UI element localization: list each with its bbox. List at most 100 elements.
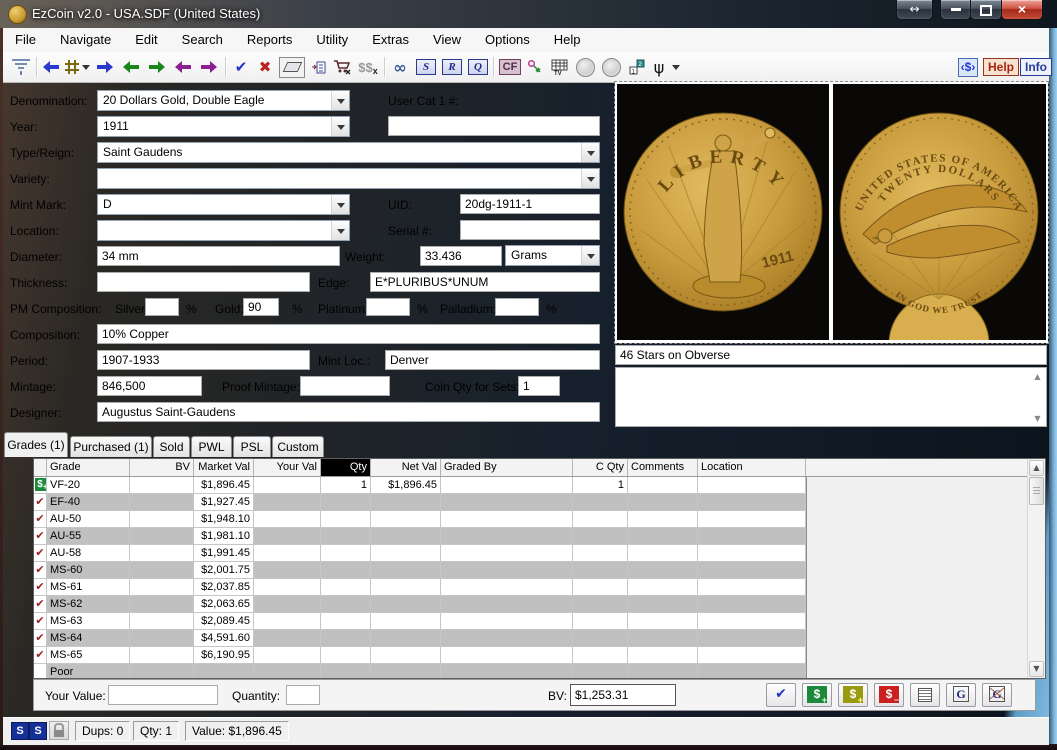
- grid-header-icon[interactable]: [34, 459, 47, 476]
- cell-net_val[interactable]: [371, 630, 441, 647]
- cell-c_qty[interactable]: 1: [573, 477, 628, 494]
- cell-graded_by[interactable]: [441, 579, 573, 596]
- remove-purchase-icon[interactable]: [331, 56, 353, 78]
- cell-grade[interactable]: AU-58: [47, 545, 130, 562]
- grade-row-EF-40[interactable]: ✔EF-40$1,927.45: [34, 494, 806, 511]
- cell-location[interactable]: [698, 562, 806, 579]
- cell-grade[interactable]: AU-55: [47, 528, 130, 545]
- menu-search[interactable]: Search: [170, 28, 235, 52]
- cell-grade[interactable]: MS-64: [47, 630, 130, 647]
- cell-location[interactable]: [698, 596, 806, 613]
- menu-edit[interactable]: Edit: [123, 28, 169, 52]
- cell-comments[interactable]: [628, 494, 698, 511]
- cell-bv[interactable]: [130, 562, 194, 579]
- menu-reports[interactable]: Reports: [235, 28, 305, 52]
- tab-sold[interactable]: Sold: [153, 436, 190, 457]
- cell-graded_by[interactable]: [441, 664, 573, 678]
- denomination-combo[interactable]: 20 Dollars Gold, Double Eagle: [97, 90, 350, 111]
- cell-net_val[interactable]: [371, 528, 441, 545]
- cell-comments[interactable]: [628, 528, 698, 545]
- cell-bv[interactable]: [130, 494, 194, 511]
- cell-c_qty[interactable]: [573, 647, 628, 664]
- thickness-input[interactable]: [97, 272, 310, 292]
- cell-qty[interactable]: [321, 664, 371, 678]
- proof-mintage-input[interactable]: [300, 376, 390, 396]
- add-value-gold-button[interactable]: $+: [838, 683, 868, 707]
- queries-icon[interactable]: Q: [467, 56, 489, 78]
- cell-comments[interactable]: [628, 545, 698, 562]
- goto-record-icon[interactable]: [63, 56, 91, 78]
- menu-navigate[interactable]: Navigate: [48, 28, 123, 52]
- grade-row-MS-61[interactable]: ✔MS-61$2,037.85: [34, 579, 806, 596]
- cell-comments[interactable]: [628, 630, 698, 647]
- menu-file[interactable]: File: [3, 28, 48, 52]
- notes-scroll-down-icon[interactable]: ▼: [1032, 413, 1043, 424]
- cell-net_val[interactable]: $1,896.45: [371, 477, 441, 494]
- cell-your_val[interactable]: [254, 562, 321, 579]
- grid-header-net_val[interactable]: Net Val: [371, 459, 441, 476]
- cell-comments[interactable]: [628, 647, 698, 664]
- cell-grade[interactable]: MS-62: [47, 596, 130, 613]
- cell-market_val[interactable]: $1,927.45: [194, 494, 254, 511]
- cell-qty[interactable]: [321, 494, 371, 511]
- eraser-icon[interactable]: [279, 56, 305, 78]
- link-records-icon[interactable]: ∞: [389, 56, 411, 78]
- your-value-input[interactable]: [108, 685, 218, 705]
- cell-grade[interactable]: Poor: [47, 664, 130, 678]
- cell-location[interactable]: [698, 545, 806, 562]
- remove-value-icon[interactable]: $$x: [357, 56, 379, 78]
- cell-market_val[interactable]: $4,591.60: [194, 630, 254, 647]
- cell-c_qty[interactable]: [573, 545, 628, 562]
- copy-fields-icon[interactable]: [309, 56, 327, 78]
- cell-comments[interactable]: [628, 613, 698, 630]
- cell-market_val[interactable]: $2,001.75: [194, 562, 254, 579]
- menu-view[interactable]: View: [421, 28, 473, 52]
- tab-grades[interactable]: Grades (1): [4, 432, 68, 457]
- bv-input[interactable]: [570, 684, 676, 706]
- location-combo[interactable]: [97, 220, 350, 241]
- cell-graded_by[interactable]: [441, 477, 573, 494]
- filter-icon[interactable]: [9, 56, 33, 78]
- cell-grade[interactable]: VF-20: [47, 477, 130, 494]
- table-view-icon[interactable]: TV: [549, 56, 569, 78]
- cancel-icon[interactable]: ✖: [255, 56, 275, 78]
- cell-bv[interactable]: [130, 613, 194, 630]
- platinum-input[interactable]: [366, 298, 410, 316]
- cell-comments[interactable]: [628, 562, 698, 579]
- variety-combo[interactable]: [97, 168, 600, 189]
- uid-input[interactable]: [460, 194, 600, 214]
- value-list-button[interactable]: [910, 683, 940, 707]
- reports-icon[interactable]: R: [441, 56, 463, 78]
- grade-row-AU-55[interactable]: ✔AU-55$1,981.10: [34, 528, 806, 545]
- cell-qty[interactable]: [321, 647, 371, 664]
- cell-comments[interactable]: [628, 664, 698, 678]
- cell-market_val[interactable]: $1,991.45: [194, 545, 254, 562]
- maximize-button[interactable]: [970, 0, 1002, 20]
- grade-row-Poor[interactable]: Poor: [34, 664, 806, 678]
- cell-bv[interactable]: [130, 664, 194, 678]
- grid-header-grade[interactable]: Grade: [47, 459, 130, 476]
- coin-qty-sets-input[interactable]: [518, 376, 560, 396]
- sets-icon[interactable]: S: [415, 56, 437, 78]
- cell-comments[interactable]: [628, 477, 698, 494]
- mintage-input[interactable]: [97, 376, 202, 396]
- cell-bv[interactable]: [130, 545, 194, 562]
- weight-input[interactable]: [420, 246, 502, 266]
- nav-next-icon[interactable]: [95, 56, 115, 78]
- palladium-input[interactable]: [495, 298, 539, 316]
- cell-qty[interactable]: 1: [321, 477, 371, 494]
- tab-custom[interactable]: Custom: [272, 436, 324, 457]
- cell-comments[interactable]: [628, 579, 698, 596]
- cell-location[interactable]: [698, 494, 806, 511]
- cell-c_qty[interactable]: [573, 579, 628, 596]
- cell-graded_by[interactable]: [441, 528, 573, 545]
- cell-grade[interactable]: MS-60: [47, 562, 130, 579]
- add-value-green-button[interactable]: $+: [802, 683, 832, 707]
- grid-header-qty[interactable]: Qty: [321, 459, 371, 476]
- cell-qty[interactable]: [321, 630, 371, 647]
- reverse-view-icon[interactable]: [601, 56, 621, 78]
- cell-bv[interactable]: [130, 630, 194, 647]
- grade-row-MS-65[interactable]: ✔MS-65$6,190.95: [34, 647, 806, 664]
- minimize-button[interactable]: [940, 0, 971, 20]
- cell-your_val[interactable]: [254, 511, 321, 528]
